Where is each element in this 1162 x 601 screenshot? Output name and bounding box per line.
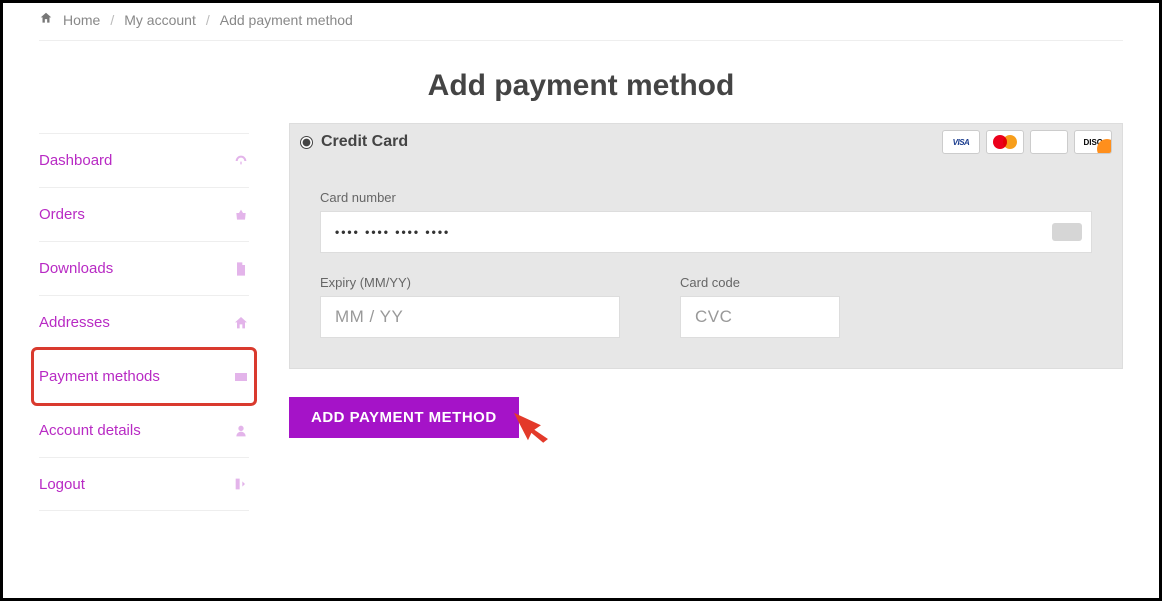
sidebar-item-downloads[interactable]: Downloads xyxy=(39,241,249,295)
amex-icon: AMEX xyxy=(1030,130,1068,154)
expiry-input[interactable] xyxy=(320,296,620,338)
file-icon xyxy=(233,261,249,277)
breadcrumb-current: Add payment method xyxy=(220,12,353,28)
breadcrumb: Home / My account / Add payment method xyxy=(39,11,1123,41)
mastercard-icon xyxy=(986,130,1024,154)
card-number-label: Card number xyxy=(320,190,1092,205)
credit-card-radio[interactable] xyxy=(300,136,313,149)
cvc-label: Card code xyxy=(680,275,840,290)
breadcrumb-my-account[interactable]: My account xyxy=(124,12,196,28)
payment-option-credit-card[interactable]: Credit Card VISA AMEX DISC xyxy=(289,123,1123,160)
sidebar-item-account-details[interactable]: Account details xyxy=(39,403,249,457)
expiry-label: Expiry (MM/YY) xyxy=(320,275,620,290)
card-brand-slot-icon xyxy=(1052,223,1082,241)
add-payment-method-button[interactable]: ADD PAYMENT METHOD xyxy=(289,397,519,438)
sidebar-item-payment-methods[interactable]: Payment methods xyxy=(39,349,249,403)
home-icon xyxy=(233,315,249,331)
payment-option-label: Credit Card xyxy=(321,133,408,151)
account-nav: Dashboard Orders Downloads Addresses Pay… xyxy=(39,133,249,511)
user-icon xyxy=(233,423,249,439)
sidebar-item-label: Orders xyxy=(39,206,85,223)
sidebar-item-label: Downloads xyxy=(39,260,113,277)
sidebar-item-label: Logout xyxy=(39,476,85,493)
page-title: Add payment method xyxy=(39,69,1123,103)
accepted-cards: VISA AMEX DISC xyxy=(942,130,1112,154)
sidebar-item-dashboard[interactable]: Dashboard xyxy=(39,133,249,187)
sidebar-item-logout[interactable]: Logout xyxy=(39,457,249,511)
sidebar-item-addresses[interactable]: Addresses xyxy=(39,295,249,349)
payment-form: Card number Expiry (MM/YY) Card code xyxy=(289,160,1123,369)
breadcrumb-sep: / xyxy=(110,12,114,28)
sidebar-item-label: Payment methods xyxy=(39,368,160,385)
sidebar-item-orders[interactable]: Orders xyxy=(39,187,249,241)
sign-out-icon xyxy=(233,476,249,492)
dashboard-icon xyxy=(233,153,249,169)
sidebar-item-label: Dashboard xyxy=(39,152,112,169)
cvc-input[interactable] xyxy=(680,296,840,338)
basket-icon xyxy=(233,207,249,223)
home-icon xyxy=(39,11,53,28)
breadcrumb-sep: / xyxy=(206,12,210,28)
breadcrumb-home[interactable]: Home xyxy=(63,12,100,28)
visa-icon: VISA xyxy=(942,130,980,154)
sidebar-item-label: Account details xyxy=(39,422,141,439)
credit-card-icon xyxy=(233,369,249,385)
sidebar-item-label: Addresses xyxy=(39,314,110,331)
card-number-input[interactable] xyxy=(320,211,1092,253)
discover-icon: DISC xyxy=(1074,130,1112,154)
